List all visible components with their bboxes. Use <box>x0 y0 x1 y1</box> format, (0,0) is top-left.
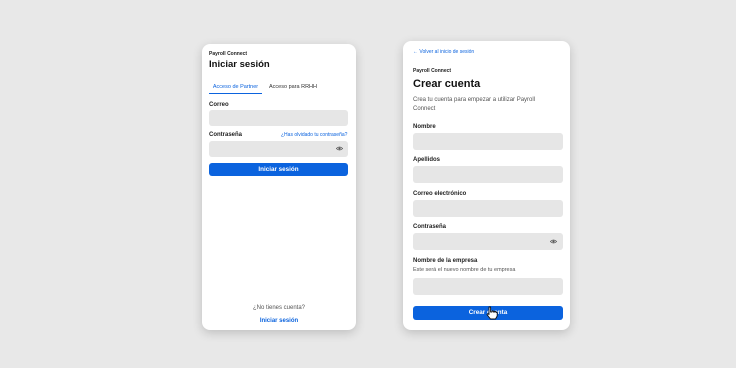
last-name-field[interactable] <box>413 166 563 183</box>
back-link-label: Volver al inicio de sesión <box>419 49 475 55</box>
tab-partner-access[interactable]: Acceso de Partner <box>209 83 262 94</box>
email-label: Correo <box>209 102 229 108</box>
login-card: Payroll Connect Iniciar sesión Acceso de… <box>202 44 356 330</box>
login-button[interactable]: Iniciar sesión <box>209 163 348 176</box>
company-name-label: Nombre de la empresa <box>413 258 478 264</box>
page-title: Iniciar sesión <box>209 59 270 70</box>
eye-icon[interactable] <box>336 145 343 152</box>
brand-name: Payroll Connect <box>209 51 248 57</box>
no-account-text: ¿No tienes cuenta? <box>252 305 306 311</box>
forgot-password-link[interactable]: ¿Has olvidado tu contraseña? <box>281 132 347 138</box>
email-field[interactable] <box>413 200 563 217</box>
login-tabs: Acceso de Partner Acceso para RRHH <box>209 83 348 95</box>
canvas: Payroll Connect Iniciar sesión Acceso de… <box>0 0 736 368</box>
page-subtitle: Crea tu cuenta para empezar a utilizar P… <box>413 97 536 112</box>
brand-name: Payroll Connect <box>413 68 452 74</box>
signup-card: ← Volver al inicio de sesión Payroll Con… <box>403 41 570 330</box>
footer-login-link[interactable]: Iniciar sesión <box>202 318 356 324</box>
first-name-label: Nombre <box>413 124 436 130</box>
last-name-label: Apellidos <box>413 157 441 163</box>
password-label: Contraseña <box>209 132 243 138</box>
email-field[interactable] <box>209 110 348 126</box>
password-field[interactable] <box>209 141 348 157</box>
first-name-field[interactable] <box>413 133 563 150</box>
tab-hr-access[interactable]: Acceso para RRHH <box>269 83 317 94</box>
password-field[interactable] <box>413 233 563 250</box>
eye-icon[interactable] <box>550 238 557 245</box>
company-name-field[interactable] <box>413 278 563 295</box>
password-label: Contraseña <box>413 224 447 230</box>
arrow-left-icon: ← <box>413 49 418 55</box>
email-label: Correo electrónico <box>413 191 467 197</box>
company-name-hint: Este será el nuevo nombre de tu empresa <box>413 267 516 273</box>
back-to-login-link[interactable]: ← Volver al inicio de sesión <box>413 49 474 55</box>
page-title: Crear cuenta <box>413 78 481 90</box>
hand-pointer-icon <box>486 306 498 320</box>
